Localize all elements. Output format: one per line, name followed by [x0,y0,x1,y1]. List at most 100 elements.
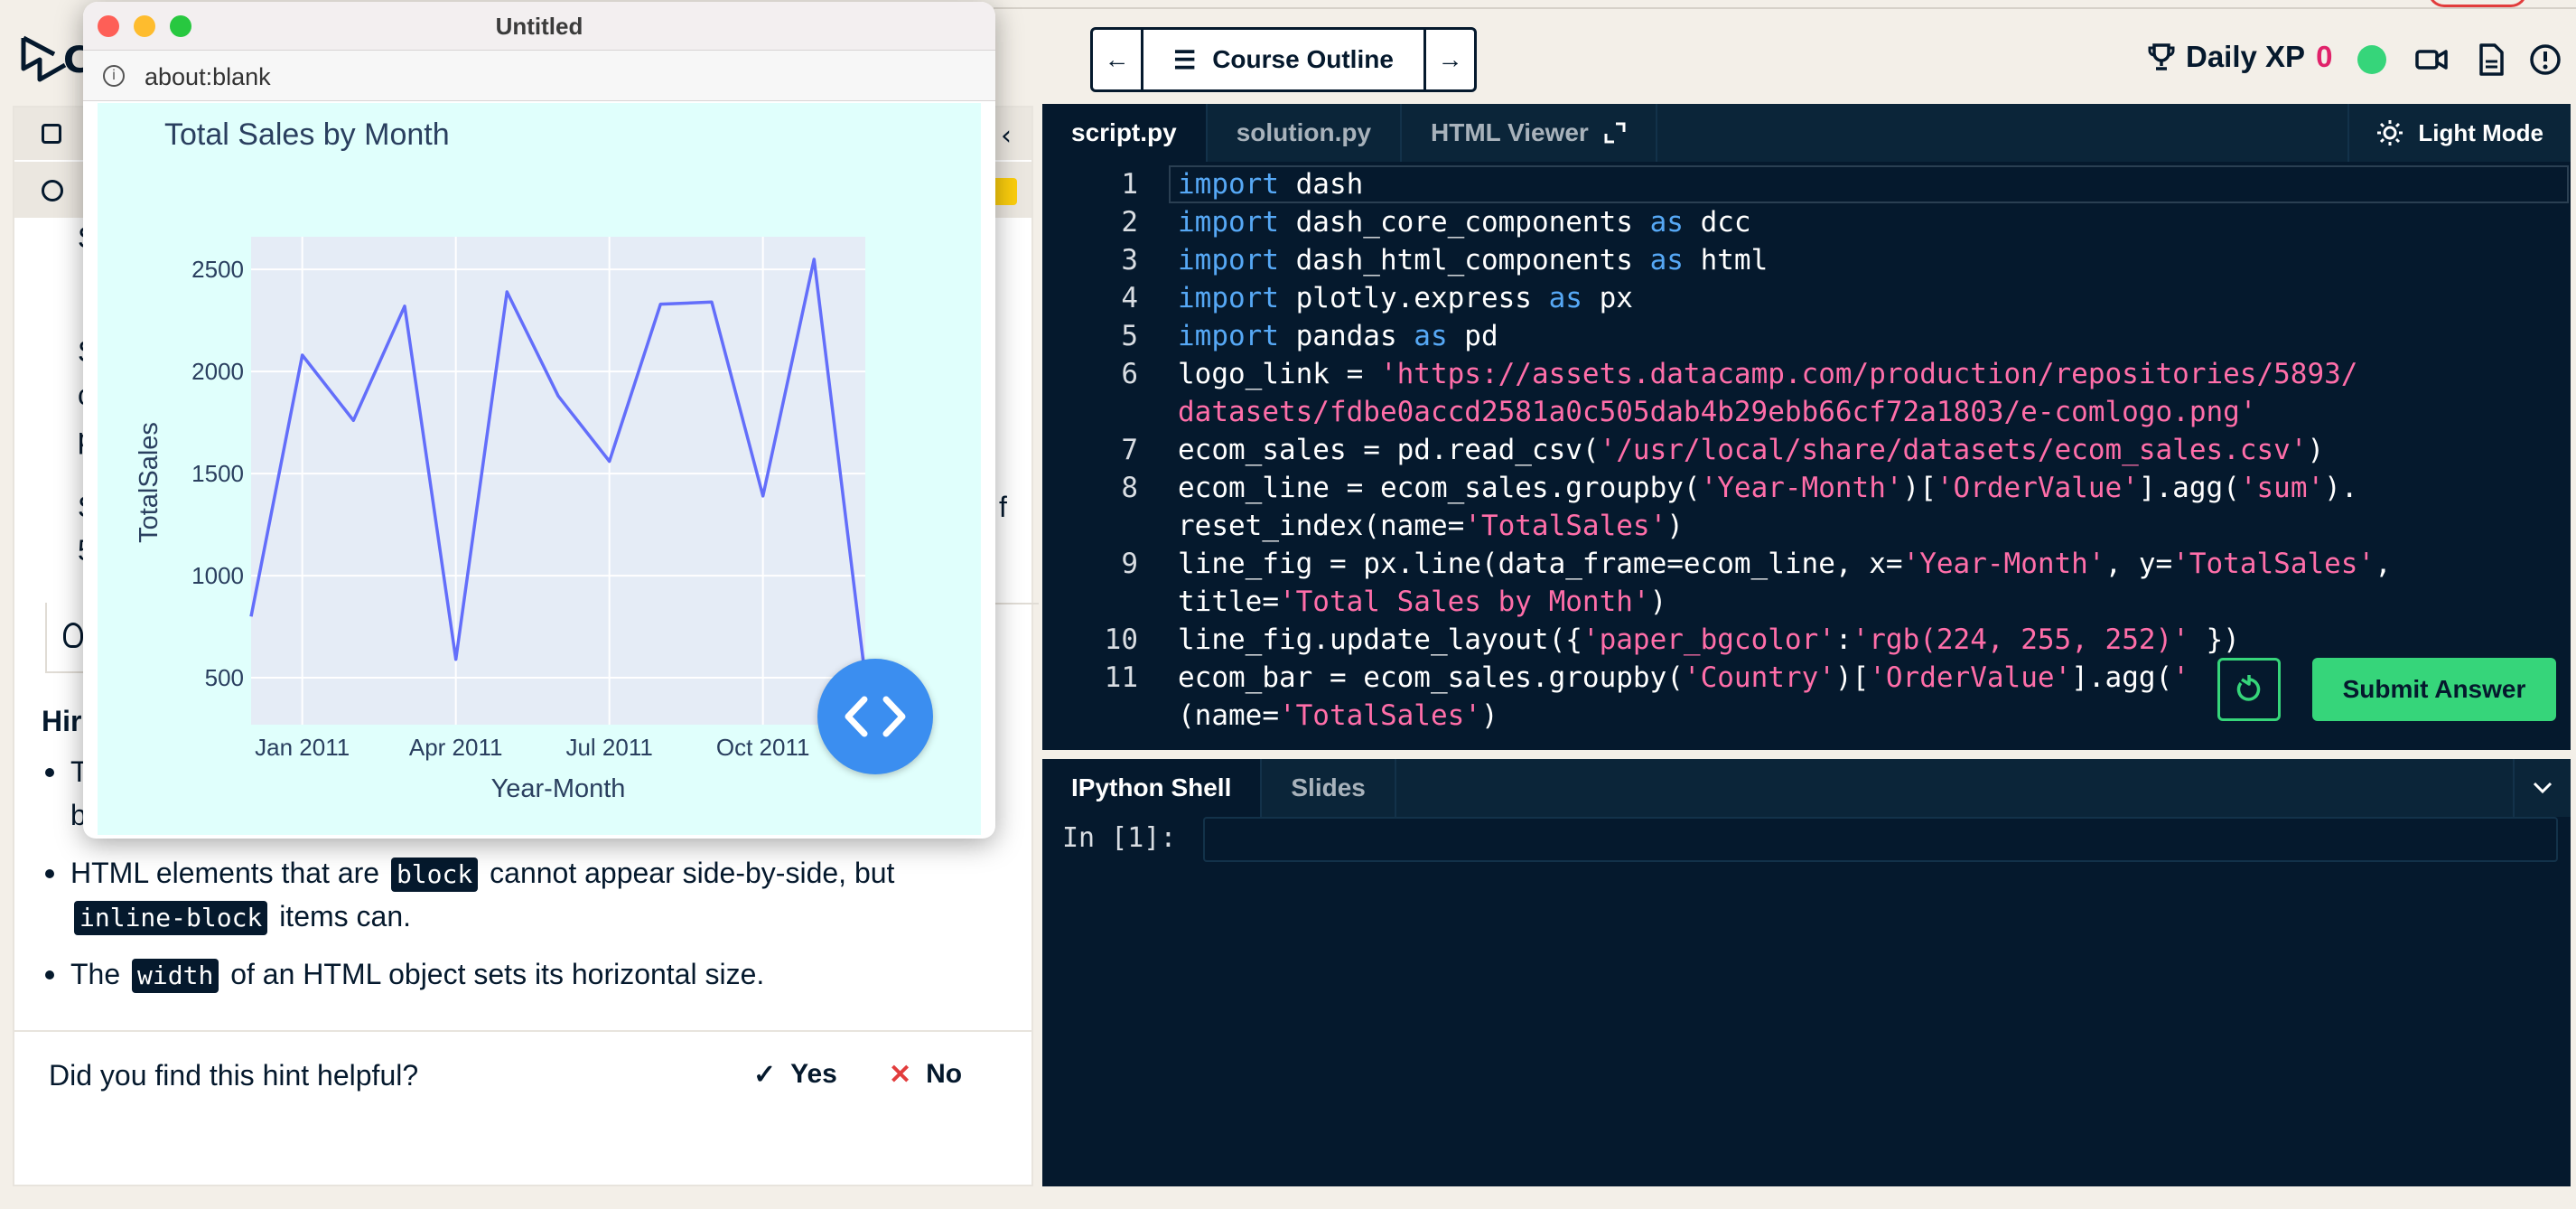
code-token: )[ [1834,661,1870,694]
y-tick-label: 1000 [191,562,244,589]
shell-collapse-button[interactable] [2513,759,2571,817]
course-outline-button[interactable]: ☰ Course Outline [1143,30,1423,89]
code-string: 'TotalSales' [1278,699,1481,732]
next-exercise-button[interactable]: → [1423,30,1474,89]
tab-slides[interactable]: Slides [1262,759,1396,817]
course-navigation: ← ☰ Course Outline → [1090,27,1477,92]
code-line[interactable]: 3 import dash_html_components as html [1042,241,2571,279]
code-text: (name='TotalSales') [1178,697,1498,735]
code-token: line_fig.update_layout({ [1178,623,1582,656]
document-icon[interactable] [2475,43,2507,76]
info-icon[interactable]: i [103,65,125,87]
code-token: ].agg( [2138,472,2240,504]
window-close-button[interactable] [98,15,119,37]
code-keyword: as [1414,320,1448,352]
daily-xp[interactable]: Daily XP 0 [2148,40,2332,74]
code-token: , y= [2105,548,2173,580]
x-tick-label: Jul 2011 [565,734,652,761]
code-line[interactable]: 6 logo_link = 'https://assets.datacamp.co… [1042,355,2571,393]
hint-text: HTML elements that are [70,857,380,889]
light-mode-label: Light Mode [2418,118,2543,146]
reset-button[interactable] [2217,658,2281,721]
dash-debug-toggle-button[interactable] [817,659,933,774]
window-minimize-button[interactable] [134,15,155,37]
code-text: ecom_sales = pd.read_csv('/usr/local/sha… [1178,431,2324,469]
code-text: import pandas as pd [1178,317,1498,355]
alert-icon[interactable] [2529,43,2562,76]
code-string: 'https://assets.datacamp.com/production/… [1379,358,2358,390]
sun-icon [2377,120,2403,145]
address-bar[interactable]: i about:blank [83,51,995,101]
video-icon[interactable] [2415,43,2448,76]
code-token: : [1834,623,1853,656]
shell-input[interactable] [1203,817,2558,862]
light-mode-toggle[interactable]: Light Mode [2347,104,2571,162]
tab-solution[interactable]: solution.py [1208,104,1403,162]
instruction-fragment: f [999,491,1007,523]
y-tick-label: 1500 [191,460,244,487]
code-line[interactable]: 8 ecom_line = ecom_sales.groupby('Year-Mo… [1042,469,2571,507]
feedback-no-button[interactable]: ✕ No [889,1059,962,1091]
code-keyword: as [1649,206,1684,239]
lightbulb-icon [63,623,83,648]
hint-feedback: Did you find this hint helpful? ✓ Yes ✕ … [13,1030,1033,1129]
code-line[interactable]: 5 import pandas as pd [1042,317,2571,355]
code-chip: inline-block [74,901,268,935]
tab-html-viewer[interactable]: HTML Viewer [1402,104,1657,162]
code-keyword: import [1178,168,1279,201]
profile-ring-icon[interactable] [2428,0,2527,7]
tab-label: IPython Shell [1071,773,1232,801]
expand-icon[interactable] [1603,121,1627,145]
code-text: datasets/fdbe0accd2581a0c505dab4b29ebb66… [1178,393,2256,431]
code-string: 'TotalSales' [1464,510,1667,542]
code-keyword: import [1178,282,1279,314]
window-maximize-button[interactable] [170,15,191,37]
previous-exercise-button[interactable]: ← [1093,30,1143,89]
tab-label: script.py [1071,118,1177,146]
code-area[interactable]: 1 import dash 2 import dash_core_components… [1042,165,2571,744]
line-number: 4 [1121,282,1138,314]
check-circle-icon [42,180,63,202]
code-token: ].agg( [2071,661,2173,694]
code-string: 'Year-Month' [1902,548,2105,580]
code-token: ) [2307,434,2325,466]
code-line[interactable]: 1 import dash [1042,165,2571,203]
code-line[interactable]: 7 ecom_sales = pd.read_csv('/usr/local/sh… [1042,431,2571,469]
code-token: pd [1447,320,1498,352]
connection-status-icon [2357,45,2386,74]
chart-title: Total Sales by Month [164,117,450,152]
course-outline-label: Course Outline [1212,45,1394,73]
code-token: dash [1278,168,1364,201]
collapse-chevron-icon[interactable]: ‹ [1001,120,1012,152]
code-text: line_fig.update_layout({'paper_bgcolor':… [1178,621,2240,659]
tab-label: Slides [1291,773,1366,801]
tab-ipython-shell[interactable]: IPython Shell [1042,759,1263,817]
window-titlebar[interactable]: Untitled [83,2,995,51]
code-brackets-icon [845,696,906,737]
code-line[interactable]: 4 import plotly.express as px [1042,279,2571,317]
feedback-no-label: No [926,1059,963,1089]
tab-script[interactable]: script.py [1042,104,1208,162]
x-axis-label: Year-Month [491,774,626,803]
code-keyword: import [1178,206,1279,239]
code-string: 'OrderValue' [1936,472,2139,504]
feedback-yes-button[interactable]: ✓ Yes [753,1059,837,1091]
code-token: pandas [1278,320,1414,352]
code-text: ecom_line = ecom_sales.groupby('Year-Mon… [1178,469,2357,507]
ipython-shell: IPython Shell Slides In [1]: [1042,759,2571,1186]
code-string: 'Year-Month' [1700,472,1903,504]
code-text: import dash_html_components as html [1178,241,1768,279]
code-keyword: import [1178,244,1279,276]
tab-label: HTML Viewer [1431,118,1589,146]
arrow-right-icon: → [1437,45,1463,73]
code-line[interactable]: 9 line_fig = px.line(data_frame=ecom_line… [1042,545,2571,583]
code-text: ecom_bar = ecom_sales.groupby('Country')… [1178,659,2189,697]
hint-text: cannot appear side-by-side, but [490,857,895,889]
submit-answer-button[interactable]: Submit Answer [2312,658,2556,721]
code-token: )[ [1902,472,1937,504]
code-token: html [1683,244,1769,276]
code-line[interactable]: 10 line_fig.update_layout({'paper_bgcolor… [1042,621,2571,659]
x-tick-label: Oct 2011 [716,734,810,761]
check-icon: ✓ [753,1060,777,1090]
code-line[interactable]: 2 import dash_core_components as dcc [1042,203,2571,241]
